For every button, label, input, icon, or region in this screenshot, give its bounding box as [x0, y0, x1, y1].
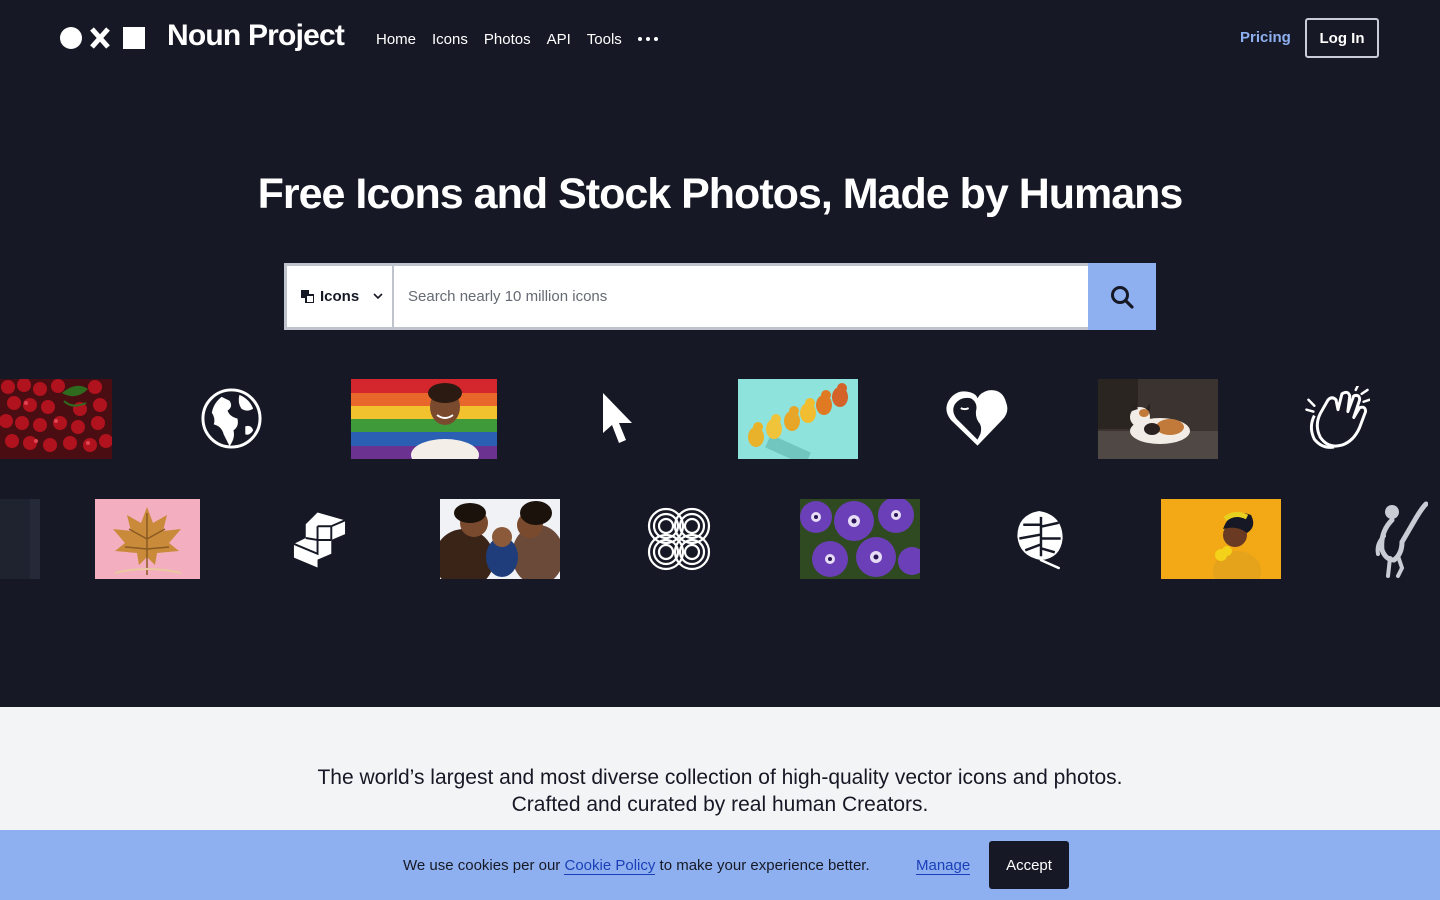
cursor-arrow-icon[interactable]: [601, 391, 635, 447]
calico-cat-photo[interactable]: [1098, 379, 1218, 459]
autumn-leaf-photo[interactable]: [95, 499, 200, 579]
tagline-line-1: The world’s largest and most diverse col…: [317, 766, 1123, 789]
dancer-icon[interactable]: [1372, 498, 1428, 580]
woman-yellow-background-photo[interactable]: [1161, 499, 1281, 579]
more-options-icon[interactable]: [637, 30, 658, 48]
purple-petunias-photo[interactable]: [800, 499, 920, 579]
main-nav: Home Icons Photos API Tools: [376, 30, 658, 48]
cookie-message: We use cookies per our Cookie Policy to …: [403, 857, 870, 875]
search-button[interactable]: [1088, 263, 1156, 330]
hero-headline: Free Icons and Stock Photos, Made by Hum…: [257, 170, 1184, 218]
brand-name[interactable]: Noun Project: [167, 19, 345, 53]
nav-home[interactable]: Home: [376, 31, 416, 48]
cookie-message-suffix: to make your experience better.: [655, 857, 870, 874]
pears-photo[interactable]: [738, 379, 858, 459]
tagline-line-2: Crafted and curated by real human Creato…: [511, 793, 929, 816]
blocks-icon[interactable]: [292, 510, 347, 568]
search-type-label: Icons: [320, 288, 360, 305]
heart-face-icon[interactable]: [945, 386, 1010, 450]
login-button[interactable]: Log In: [1305, 18, 1379, 58]
tagline-band: The world’s largest and most diverse col…: [0, 707, 1440, 830]
search-icon: [1111, 285, 1134, 309]
knot-pattern-icon[interactable]: [646, 506, 712, 572]
tagline: The world’s largest and most diverse col…: [0, 764, 1440, 818]
accept-cookies-button[interactable]: Accept: [989, 841, 1069, 889]
pricing-link[interactable]: Pricing: [1240, 29, 1291, 46]
icons-type-icon: [301, 290, 314, 303]
nav-tools[interactable]: Tools: [587, 31, 622, 48]
cookie-policy-link[interactable]: Cookie Policy: [564, 857, 656, 875]
pride-flag-portrait-photo[interactable]: [351, 379, 497, 459]
nav-icons[interactable]: Icons: [432, 31, 468, 48]
cookie-message-prefix: We use cookies per our: [403, 857, 565, 874]
family-with-baby-photo[interactable]: [440, 499, 560, 579]
cherries-photo[interactable]: [0, 379, 112, 459]
search-type-dropdown[interactable]: Icons: [284, 263, 394, 330]
nav-photos[interactable]: Photos: [484, 31, 531, 48]
search-input[interactable]: [394, 263, 1088, 330]
nav-api[interactable]: API: [547, 31, 571, 48]
clapping-hands-icon[interactable]: [1304, 386, 1370, 451]
monstera-leaf-icon[interactable]: [1015, 507, 1065, 570]
search-bar: Icons: [284, 263, 1156, 330]
hero-section: Noun Project Home Icons Photos API Tools…: [0, 0, 1440, 707]
dark-tile-photo[interactable]: [0, 499, 40, 579]
cookie-banner: We use cookies per our Cookie Policy to …: [0, 830, 1440, 900]
chevron-down-icon: [373, 293, 383, 300]
noun-project-logo[interactable]: [60, 26, 146, 50]
manage-cookies-link[interactable]: Manage: [916, 857, 971, 875]
globe-icon[interactable]: [200, 387, 263, 450]
